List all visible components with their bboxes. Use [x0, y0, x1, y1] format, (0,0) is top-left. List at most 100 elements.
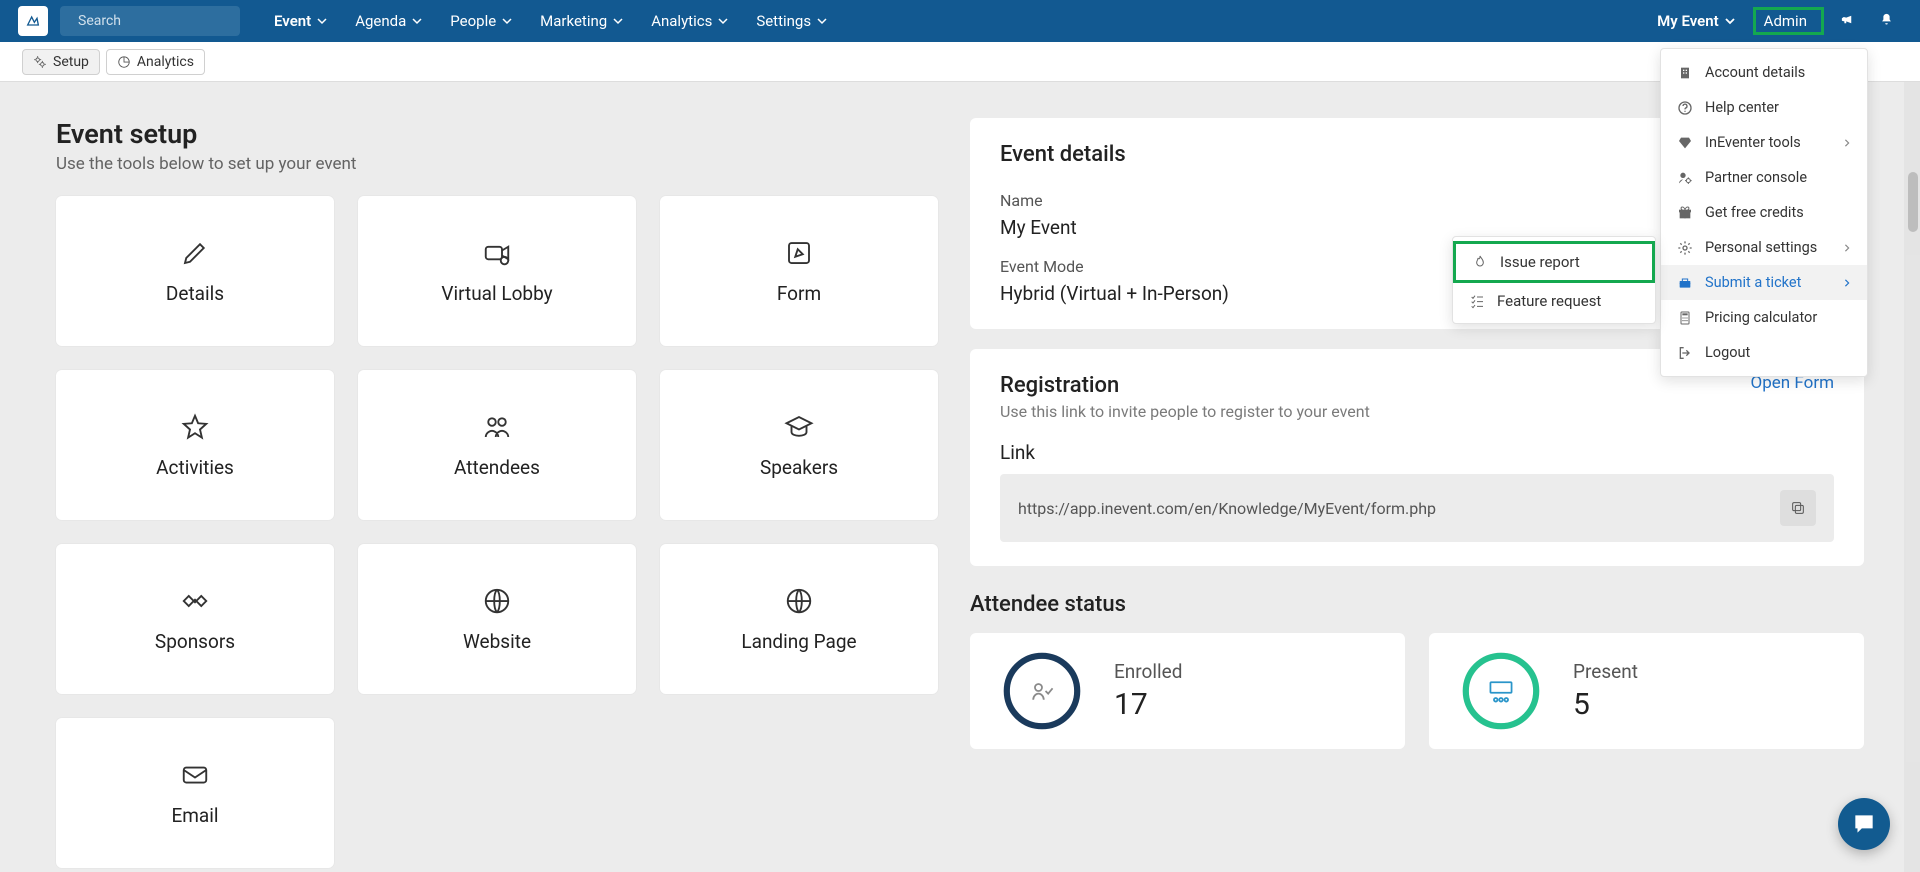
tile-label: Attendees [454, 456, 540, 479]
nav-item-settings[interactable]: Settings [746, 6, 837, 36]
setup-tab[interactable]: Setup [22, 49, 100, 75]
globe-icon [784, 586, 814, 616]
nav-label: Analytics [651, 12, 712, 30]
present-label: Present [1573, 660, 1638, 683]
tab-label: Setup [53, 54, 89, 70]
search-box[interactable] [60, 6, 240, 36]
tile-landing-page[interactable]: Landing Page [660, 544, 938, 694]
main-area: Event setup Use the tools below to set u… [0, 82, 1920, 872]
tile-attendees[interactable]: Attendees [358, 370, 636, 520]
present-donut-icon [1457, 647, 1545, 735]
announce-button[interactable] [1832, 6, 1863, 37]
present-value: 5 [1573, 687, 1638, 722]
menu-get-free-credits[interactable]: Get free credits [1661, 195, 1867, 230]
chat-button[interactable] [1838, 798, 1890, 850]
tile-activities[interactable]: Activities [56, 370, 334, 520]
tile-grid: Details Virtual Lobby Form Activities At… [56, 196, 938, 868]
menu-label: Partner console [1705, 169, 1807, 186]
building-icon [1677, 65, 1693, 81]
left-column: Event setup Use the tools below to set u… [56, 118, 938, 836]
sub-toolbar: Setup Analytics [0, 42, 1920, 82]
attendee-status-title: Attendee status [970, 592, 1864, 617]
tile-label: Details [166, 282, 224, 305]
registration-subtitle: Use this link to invite people to regist… [1000, 402, 1834, 421]
handshake-icon [180, 586, 210, 616]
nav-item-agenda[interactable]: Agenda [345, 6, 432, 36]
help-icon [1677, 100, 1693, 116]
tile-website[interactable]: Website [358, 544, 636, 694]
nav-label: Marketing [540, 12, 607, 30]
gear-icon [33, 55, 47, 69]
scrollbar-thumb[interactable] [1908, 172, 1918, 232]
menu-label: Pricing calculator [1705, 309, 1817, 326]
tile-virtual-lobby[interactable]: Virtual Lobby [358, 196, 636, 346]
logo-button[interactable] [18, 6, 48, 36]
globe-icon [482, 586, 512, 616]
menu-personal-settings[interactable]: Personal settings [1661, 230, 1867, 265]
tile-speakers[interactable]: Speakers [660, 370, 938, 520]
toolbox-icon [1677, 275, 1693, 291]
analytics-tab[interactable]: Analytics [106, 49, 205, 75]
submenu-feature-request[interactable]: Feature request [1453, 283, 1655, 319]
menu-pricing-calculator[interactable]: Pricing calculator [1661, 300, 1867, 335]
chat-icon [1851, 811, 1877, 837]
chevron-down-icon [502, 16, 512, 26]
nav-item-analytics[interactable]: Analytics [641, 6, 738, 36]
mail-icon [180, 760, 210, 790]
menu-label: Submit a ticket [1705, 274, 1801, 291]
nav-items: Event Agenda People Marketing Analytics … [264, 6, 837, 36]
tile-email[interactable]: Email [56, 718, 334, 868]
nav-label: Event [274, 12, 311, 30]
bell-icon [1879, 12, 1894, 27]
menu-logout[interactable]: Logout [1661, 335, 1867, 370]
nav-item-event[interactable]: Event [264, 6, 337, 36]
tile-label: Speakers [760, 456, 838, 479]
tile-sponsors[interactable]: Sponsors [56, 544, 334, 694]
nav-item-people[interactable]: People [440, 6, 522, 36]
nav-label: Agenda [355, 12, 406, 30]
menu-help-center[interactable]: Help center [1661, 90, 1867, 125]
search-input[interactable] [78, 13, 256, 29]
submenu-label: Feature request [1497, 292, 1601, 310]
menu-label: Get free credits [1705, 204, 1804, 221]
tile-form[interactable]: Form [660, 196, 938, 346]
nav-item-marketing[interactable]: Marketing [530, 6, 633, 36]
link-box: https://app.inevent.com/en/Knowledge/MyE… [1000, 474, 1834, 542]
chevron-down-icon [817, 16, 827, 26]
tile-details[interactable]: Details [56, 196, 334, 346]
copy-link-button[interactable] [1780, 490, 1816, 526]
name-value: My Event [1000, 216, 1077, 239]
menu-submit-ticket[interactable]: Submit a ticket [1661, 265, 1867, 300]
tile-label: Website [463, 630, 531, 653]
attendee-status-section: Attendee status Enrolled 17 Present 5 [970, 586, 1864, 749]
menu-ineventer-tools[interactable]: InEventer tools [1661, 125, 1867, 160]
star-icon [180, 412, 210, 442]
edit-square-icon [784, 238, 814, 268]
enrolled-card: Enrolled 17 [970, 633, 1405, 749]
bullhorn-icon [1840, 12, 1855, 27]
scrollbar-track[interactable] [1904, 82, 1920, 872]
menu-account-details[interactable]: Account details [1661, 55, 1867, 90]
chevron-right-icon [1843, 279, 1851, 287]
chevron-down-icon [718, 16, 728, 26]
submenu-issue-report[interactable]: Issue report [1453, 241, 1655, 283]
name-label: Name [1000, 191, 1077, 210]
admin-dropdown[interactable]: Admin [1753, 7, 1824, 35]
link-value: https://app.inevent.com/en/Knowledge/MyE… [1018, 499, 1436, 518]
enrolled-label: Enrolled [1114, 660, 1182, 683]
present-card: Present 5 [1429, 633, 1864, 749]
chevron-down-icon [317, 16, 327, 26]
notifications-button[interactable] [1871, 6, 1902, 37]
tile-label: Email [171, 804, 218, 827]
menu-partner-console[interactable]: Partner console [1661, 160, 1867, 195]
flame-icon [1472, 254, 1488, 270]
enrolled-value: 17 [1114, 687, 1182, 722]
submenu-label: Issue report [1500, 253, 1580, 271]
event-setup-subtitle: Use the tools below to set up your event [56, 154, 938, 174]
my-event-dropdown[interactable]: My Event [1647, 6, 1744, 36]
chevron-right-icon [1843, 139, 1851, 147]
tile-label: Landing Page [741, 630, 856, 653]
graduation-cap-icon [784, 412, 814, 442]
chevron-down-icon [613, 16, 623, 26]
tile-label: Form [777, 282, 821, 305]
